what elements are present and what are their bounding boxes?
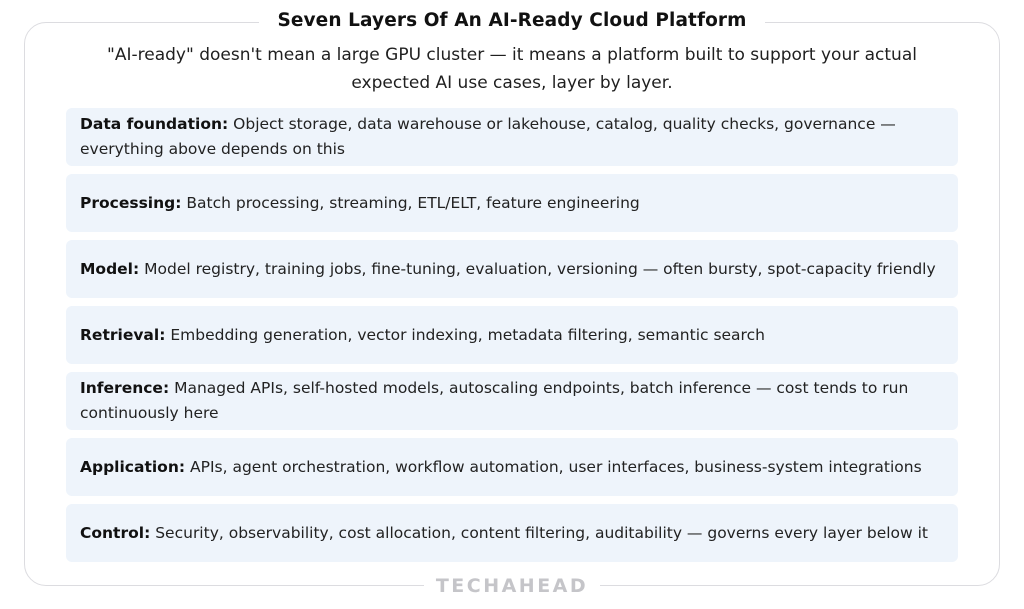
layer-text: Processing: Batch processing, streaming,… [80,191,640,216]
layer-name: Processing: [80,193,182,212]
diagram-subtitle: "AI-ready" doesn't mean a large GPU clus… [107,45,917,93]
layer-text: Model: Model registry, training jobs, fi… [80,257,936,282]
layer-model: Model: Model registry, training jobs, fi… [66,240,958,298]
layer-name: Application: [80,457,186,476]
diagram-title: Seven Layers Of An AI-Ready Cloud Platfo… [259,9,765,33]
layer-text: Control: Security, observability, cost a… [80,521,928,546]
layer-text: Inference: Managed APIs, self-hosted mod… [80,376,942,426]
layer-name: Data foundation: [80,115,229,133]
layer-inference: Inference: Managed APIs, self-hosted mod… [66,372,958,430]
layer-data-foundation: Data foundation: Object storage, data wa… [66,108,958,166]
layer-name: Control: [80,523,151,542]
layer-processing: Processing: Batch processing, streaming,… [66,174,958,232]
layer-name: Model: [80,259,140,278]
layer-text: Application: APIs, agent orchestration, … [80,455,922,480]
layer-description: Security, observability, cost allocation… [155,523,929,542]
layer-description: APIs, agent orchestration, workflow auto… [190,457,922,476]
layer-text: Data foundation: Object storage, data wa… [80,112,942,162]
layer-description: Managed APIs, self-hosted models, autosc… [80,379,909,422]
layer-description: Model registry, training jobs, fine-tuni… [144,259,936,278]
layer-name: Inference: [80,379,170,397]
layer-application: Application: APIs, agent orchestration, … [66,438,958,496]
layer-description: Embedding generation, vector indexing, m… [170,325,765,344]
brand-wrap: TECHAHEAD [0,575,1024,598]
layer-retrieval: Retrieval: Embedding generation, vector … [66,306,958,364]
layer-name: Retrieval: [80,325,166,344]
layer-text: Retrieval: Embedding generation, vector … [80,323,765,348]
diagram-title-wrap: Seven Layers Of An AI-Ready Cloud Platfo… [0,9,1024,33]
layer-stack: Data foundation: Object storage, data wa… [66,108,958,562]
layer-description: Batch processing, streaming, ETL/ELT, fe… [186,193,640,212]
layer-control: Control: Security, observability, cost a… [66,504,958,562]
brand-logo: TECHAHEAD [423,575,601,597]
